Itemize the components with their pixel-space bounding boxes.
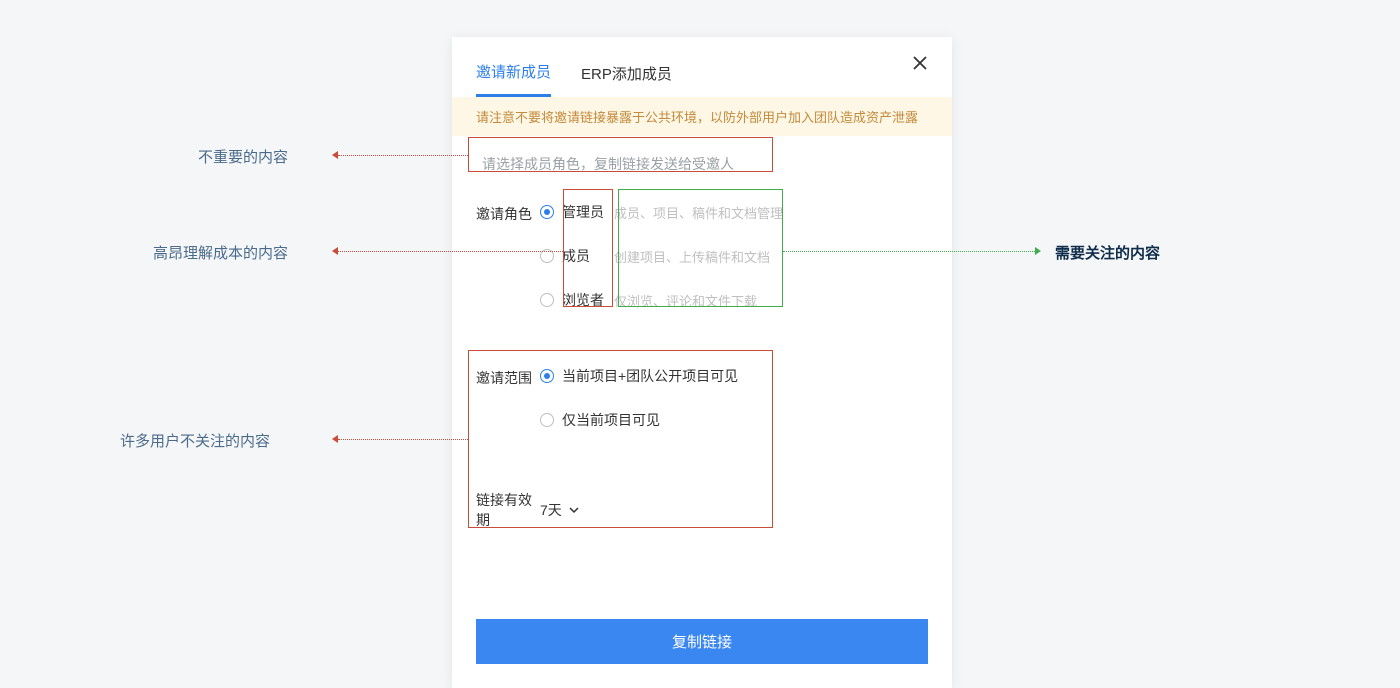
arrow-icon (1035, 247, 1041, 255)
role-desc: 创建项目、上传稿件和文档 (614, 247, 770, 266)
role-desc: 仅浏览、评论和文件下载 (614, 291, 757, 310)
radio-icon (540, 369, 554, 383)
role-desc: 成员、项目、稿件和文档管理 (614, 203, 783, 222)
tab-erp-add[interactable]: ERP添加成员 (581, 55, 672, 96)
scope-label: 邀请范围 (476, 366, 540, 430)
scope-name: 当前项目+团队公开项目可见 (562, 366, 738, 386)
tab-invite-new[interactable]: 邀请新成员 (476, 53, 551, 97)
role-option-viewer[interactable]: 浏览者 仅浏览、评论和文件下载 (540, 290, 928, 310)
connector-line (338, 155, 468, 156)
scope-name: 仅当前项目可见 (562, 410, 660, 430)
radio-icon (540, 413, 554, 427)
copy-link-button[interactable]: 复制链接 (476, 619, 928, 664)
role-name: 管理员 (562, 202, 614, 222)
warning-banner: 请注意不要将邀请链接暴露于公共环境，以防外部用户加入团队造成资产泄露 (452, 97, 952, 136)
expiry-select[interactable]: 7天 (540, 500, 580, 520)
role-name: 成员 (562, 246, 614, 266)
radio-icon (540, 205, 554, 219)
radio-icon (540, 293, 554, 307)
scope-row: 邀请范围 当前项目+团队公开项目可见 仅当前项目可见 (476, 366, 928, 430)
spacer (452, 550, 952, 605)
connector-line (338, 251, 563, 252)
scope-option-public[interactable]: 当前项目+团队公开项目可见 (540, 366, 928, 386)
scope-option-current[interactable]: 仅当前项目可见 (540, 410, 928, 430)
role-option-member[interactable]: 成员 创建项目、上传稿件和文档 (540, 246, 928, 266)
scope-options: 当前项目+团队公开项目可见 仅当前项目可见 (540, 366, 928, 430)
expiry-label: 链接有效期 (476, 490, 540, 530)
role-option-admin[interactable]: 管理员 成员、项目、稿件和文档管理 (540, 202, 928, 222)
invite-modal: 邀请新成员 ERP添加成员 请注意不要将邀请链接暴露于公共环境，以防外部用户加入… (452, 37, 952, 688)
connector-line (338, 439, 468, 440)
modal-body: 请选择成员角色，复制链接发送给受邀人 邀请角色 管理员 成员、项目、稿件和文档管… (452, 136, 952, 550)
tab-bar: 邀请新成员 ERP添加成员 (452, 37, 952, 97)
modal-footer: 复制链接 (452, 605, 952, 688)
role-options: 管理员 成员、项目、稿件和文档管理 成员 创建项目、上传稿件和文档 浏览者 仅浏… (540, 202, 928, 310)
anno-label-unimportant: 不重要的内容 (198, 146, 288, 167)
anno-label-costly: 高昂理解成本的内容 (153, 242, 288, 263)
role-name: 浏览者 (562, 290, 614, 310)
close-button[interactable] (912, 55, 928, 71)
close-icon (912, 55, 928, 71)
role-row: 邀请角色 管理员 成员、项目、稿件和文档管理 成员 创建项目、上传稿件和文档 浏… (476, 202, 928, 310)
anno-label-focus: 需要关注的内容 (1055, 242, 1160, 263)
role-label: 邀请角色 (476, 202, 540, 310)
chevron-down-icon (568, 504, 580, 516)
hint-text: 请选择成员角色，复制链接发送给受邀人 (476, 150, 928, 178)
anno-label-ignored: 许多用户不关注的内容 (120, 430, 270, 451)
connector-line (783, 251, 1035, 252)
expiry-row: 链接有效期 7天 (476, 490, 928, 530)
expiry-value: 7天 (540, 500, 562, 520)
